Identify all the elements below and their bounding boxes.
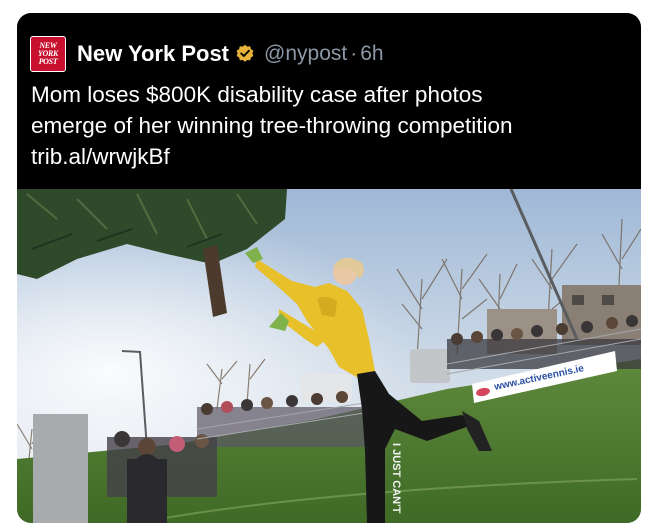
verified-badge-icon [235, 44, 255, 64]
avatar-text-line: POST [38, 57, 58, 66]
avatar[interactable]: NEW YORK POST [30, 36, 66, 72]
screenshot-frame: NEW YORK POST New York Post @nypost · 6h… [0, 0, 654, 530]
tweet-card[interactable]: NEW YORK POST New York Post @nypost · 6h… [17, 13, 641, 523]
account-name[interactable]: New York Post [77, 41, 229, 67]
tweet-text-line: Mom loses $800K disability case after ph… [31, 82, 483, 107]
tweet-photo[interactable]: www.activeennis.ie I JUST CAN'T [17, 189, 641, 523]
leggings-text: I JUST CAN'T [390, 443, 402, 514]
tweet-header: NEW YORK POST New York Post @nypost · 6h [30, 36, 384, 72]
tweet-text-line: emerge of her winning tree-throwing comp… [31, 113, 513, 138]
board [33, 414, 88, 523]
tweet-link[interactable]: trib.al/wrwjkBf [31, 141, 631, 172]
account-handle[interactable]: @nypost [264, 42, 347, 66]
post-time[interactable]: 6h [360, 42, 383, 66]
separator-dot: · [350, 42, 358, 65]
tweet-text: Mom loses $800K disability case after ph… [31, 79, 631, 172]
